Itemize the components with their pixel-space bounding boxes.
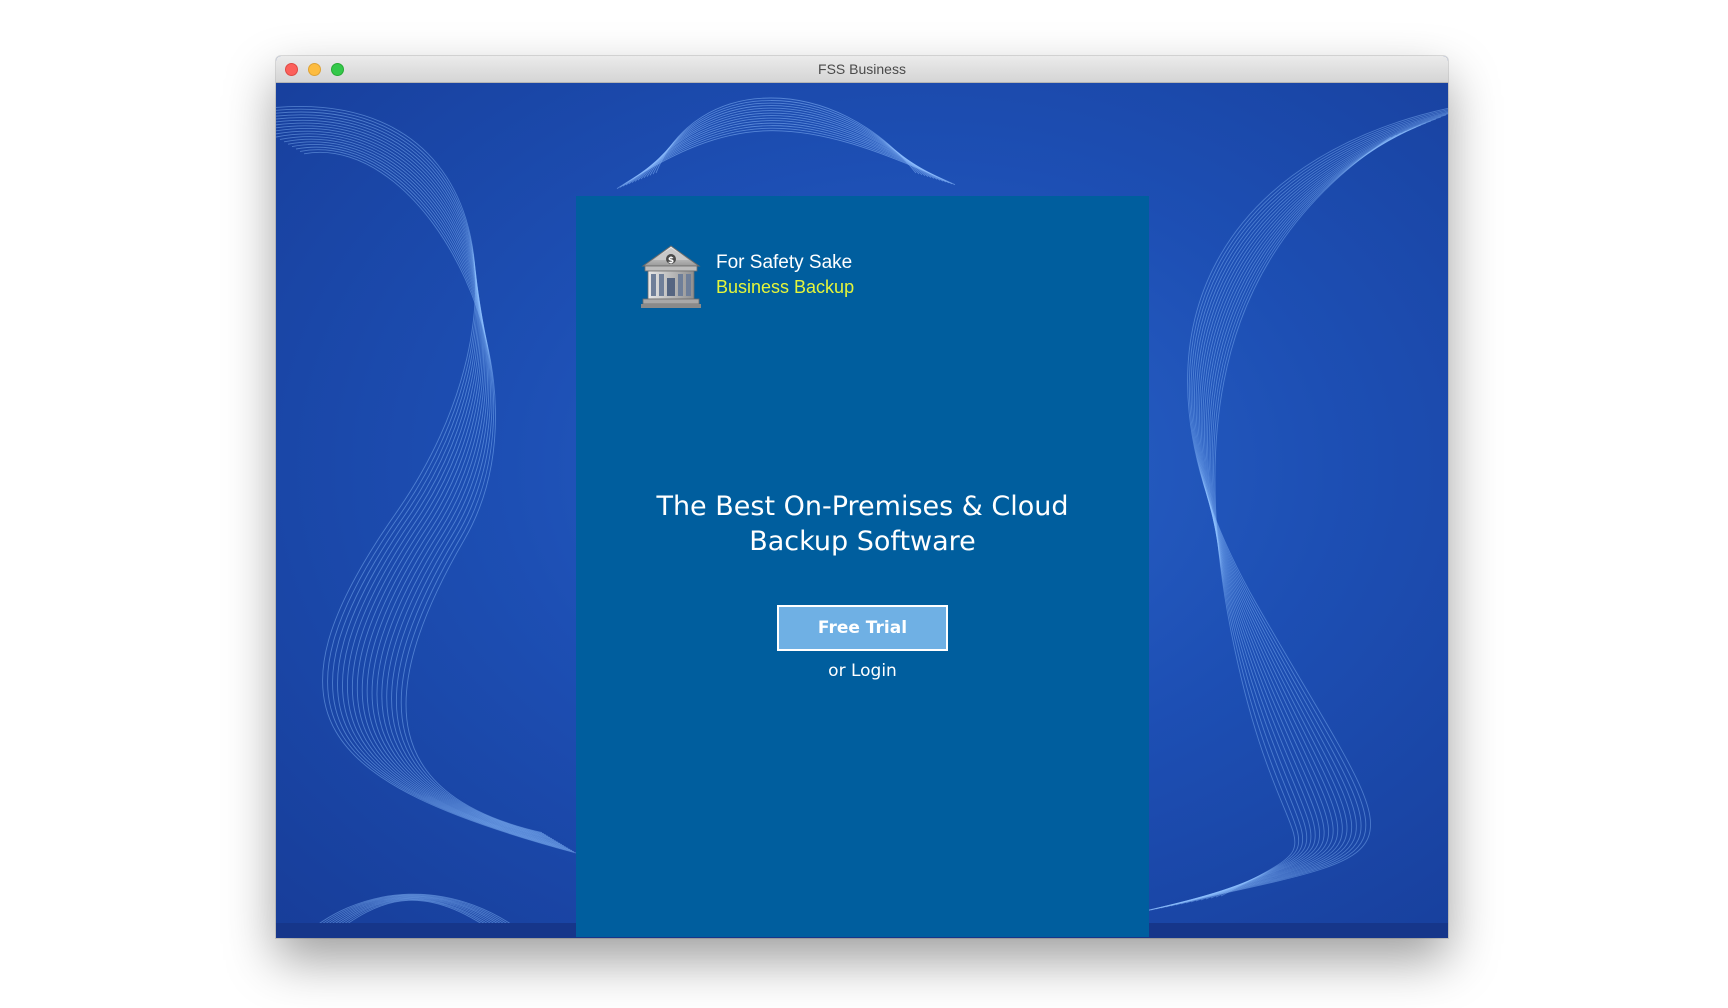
bank-building-icon: $ — [641, 245, 701, 308]
wave-line — [1210, 132, 1402, 899]
wave-line — [295, 146, 547, 836]
window-titlebar[interactable]: FSS Business — [276, 56, 1448, 83]
wave-line — [276, 109, 575, 853]
brand-name: For Safety Sake — [716, 252, 853, 273]
wave-line — [1200, 128, 1412, 901]
wave-line — [276, 106, 577, 854]
wave-line — [1150, 111, 1448, 911]
login-link[interactable]: or Login — [576, 661, 1149, 681]
wave-line — [1180, 120, 1432, 905]
wave-line — [276, 117, 569, 849]
wave-line — [287, 141, 551, 838]
app-window: FSS Business $ For Safety Sake Business … — [276, 56, 1448, 938]
wave-line — [276, 119, 567, 848]
free-trial-button[interactable]: Free Trial — [777, 605, 948, 651]
wave-line — [276, 114, 571, 850]
wave-line — [276, 111, 573, 852]
brand-logo: $ For Safety Sake Business Backup — [639, 242, 899, 312]
window-title: FSS Business — [818, 61, 906, 77]
wave-line — [1155, 112, 1448, 910]
wave-line — [1140, 109, 1448, 913]
wave-line — [1160, 113, 1448, 909]
wave-line — [1185, 122, 1427, 904]
welcome-panel: $ For Safety Sake Business Backup The Be… — [576, 196, 1149, 937]
desktop-stage: FSS Business $ For Safety Sake Business … — [0, 0, 1728, 1008]
brand-tagline: Business Backup — [716, 277, 855, 297]
wave-line — [299, 149, 545, 835]
headline: The Best On-Premises & Cloud Backup Soft… — [576, 489, 1149, 559]
wave-line — [291, 144, 549, 837]
wave-line — [283, 139, 553, 840]
headline-line-2: Backup Software — [749, 526, 976, 557]
wave-line — [276, 130, 559, 843]
window-content: $ For Safety Sake Business Backup The Be… — [276, 83, 1448, 938]
wave-line — [1195, 126, 1417, 902]
svg-text:$: $ — [668, 256, 674, 266]
headline-line-1: The Best On-Premises & Cloud — [656, 491, 1069, 522]
wave-line — [276, 122, 565, 847]
wave-line — [1190, 124, 1422, 903]
wave-line — [276, 133, 557, 842]
